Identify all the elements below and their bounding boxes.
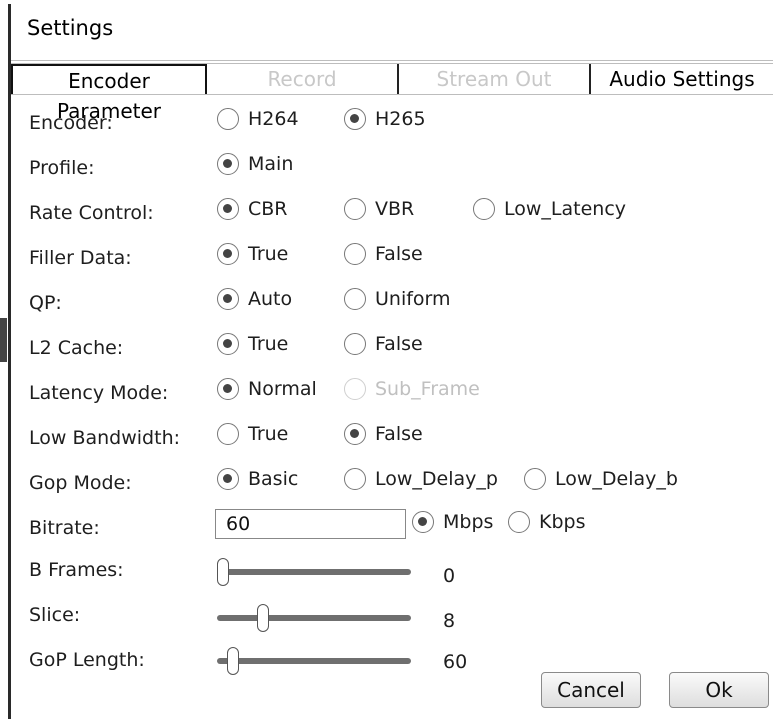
slice-value: 8 <box>443 610 456 632</box>
qp-auto-radio[interactable]: Auto <box>217 288 292 310</box>
b-frames-row: B Frames: 0 <box>11 553 773 589</box>
low-bandwidth-false-radio[interactable]: False <box>344 423 423 445</box>
b-frames-slider-handle[interactable] <box>217 558 229 586</box>
settings-dialog: Settings Encoder Parameter Record Stream… <box>11 4 773 719</box>
bitrate-row: Bitrate: 60 Mbps Kbps <box>11 509 773 545</box>
tab-record: Record <box>207 64 399 94</box>
encoder-label: Encoder: <box>29 112 113 134</box>
latency-mode-sub-frame-radio: Sub_Frame <box>344 378 480 400</box>
qp-uniform-radio[interactable]: Uniform <box>344 288 451 310</box>
rate-control-low-latency-radio[interactable]: Low_Latency <box>473 198 626 220</box>
l2-cache-false-radio[interactable]: False <box>344 333 423 355</box>
tab-audio-settings[interactable]: Audio Settings <box>591 64 773 94</box>
rate-control-label: Rate Control: <box>29 202 154 224</box>
bitrate-label: Bitrate: <box>29 517 100 539</box>
gop-length-slider[interactable] <box>217 647 411 675</box>
qp-row: QP: Auto Uniform <box>11 284 773 320</box>
low-bandwidth-true-radio[interactable]: True <box>217 423 288 445</box>
latency-mode-label: Latency Mode: <box>29 382 169 404</box>
profile-row: Profile: Main <box>11 149 773 185</box>
slice-slider-handle[interactable] <box>257 604 269 632</box>
slice-label: Slice: <box>29 604 81 626</box>
gop-mode-row: Gop Mode: Basic Low_Delay_p Low_Delay_b <box>11 464 773 500</box>
tab-stream-out: Stream Out <box>399 64 591 94</box>
filler-data-row: Filler Data: True False <box>11 239 773 275</box>
rate-control-cbr-radio[interactable]: CBR <box>217 198 288 220</box>
title-bar: Settings <box>11 4 773 61</box>
low-bandwidth-row: Low Bandwidth: True False <box>11 419 773 455</box>
gop-mode-low-delay-b-radio[interactable]: Low_Delay_b <box>524 468 678 490</box>
l2-cache-true-radio[interactable]: True <box>217 333 288 355</box>
gop-length-row: GoP Length: 60 <box>11 643 773 679</box>
gop-mode-basic-radio[interactable]: Basic <box>217 468 298 490</box>
qp-label: QP: <box>29 292 62 314</box>
gop-mode-low-delay-p-radio[interactable]: Low_Delay_p <box>344 468 498 490</box>
encoder-h264-radio[interactable]: H264 <box>217 108 299 130</box>
bitrate-input[interactable]: 60 <box>215 509 406 539</box>
cancel-button[interactable]: Cancel <box>541 672 641 708</box>
filler-data-false-radio[interactable]: False <box>344 243 423 265</box>
l2-cache-row: L2 Cache: True False <box>11 329 773 365</box>
filler-data-label: Filler Data: <box>29 247 132 269</box>
rate-control-row: Rate Control: CBR VBR Low_Latency <box>11 194 773 230</box>
bitrate-mbps-radio[interactable]: Mbps <box>412 511 493 533</box>
latency-mode-row: Latency Mode: Normal Sub_Frame <box>11 374 773 410</box>
gop-length-label: GoP Length: <box>29 649 145 671</box>
ok-button[interactable]: Ok <box>669 672 769 708</box>
gop-length-value: 60 <box>443 651 468 673</box>
dialog-title: Settings <box>27 16 114 40</box>
tab-encoder-parameter[interactable]: Encoder Parameter <box>11 64 207 123</box>
slice-slider[interactable] <box>217 604 411 632</box>
profile-main-radio[interactable]: Main <box>217 153 293 175</box>
tab-bar: Encoder Parameter Record Stream Out Audi… <box>11 63 773 123</box>
low-bandwidth-label: Low Bandwidth: <box>29 427 181 449</box>
b-frames-value: 0 <box>443 565 456 587</box>
gop-length-slider-handle[interactable] <box>227 647 239 675</box>
encoder-row: Encoder: H264 H265 <box>11 104 773 140</box>
gop-mode-label: Gop Mode: <box>29 472 132 494</box>
slice-row: Slice: 8 <box>11 598 773 634</box>
bitrate-kbps-radio[interactable]: Kbps <box>508 511 585 533</box>
profile-label: Profile: <box>29 157 95 179</box>
latency-mode-normal-radio[interactable]: Normal <box>217 378 317 400</box>
b-frames-label: B Frames: <box>29 559 124 581</box>
filler-data-true-radio[interactable]: True <box>217 243 288 265</box>
b-frames-slider[interactable] <box>217 558 411 586</box>
rate-control-vbr-radio[interactable]: VBR <box>344 198 414 220</box>
l2-cache-label: L2 Cache: <box>29 337 124 359</box>
encoder-h265-radio[interactable]: H265 <box>344 108 426 130</box>
